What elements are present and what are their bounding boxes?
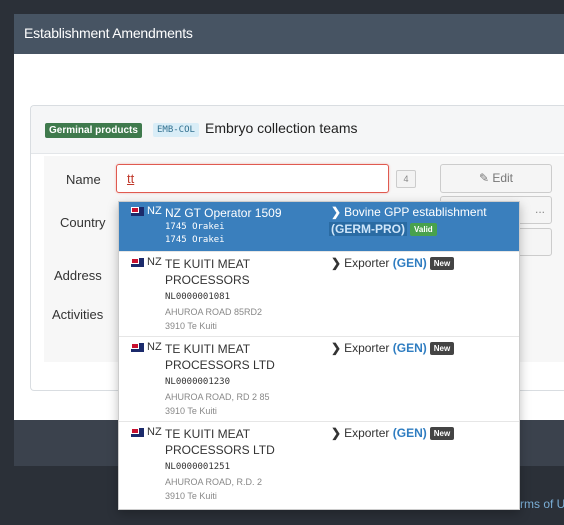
country-code: NZ: [147, 256, 162, 268]
operator-address-line2: 3910 Te Kuiti: [165, 406, 217, 416]
nz-flag-icon: [131, 343, 144, 352]
status-badge: New: [429, 427, 455, 441]
activity-name: Exporter: [344, 341, 390, 355]
activities-label: Activities: [52, 307, 104, 322]
nz-flag-icon: [131, 258, 144, 267]
code-badge: EMB-COL: [153, 123, 199, 137]
chevron-right-icon: ❯: [331, 256, 342, 270]
operator-id: NL0000001081: [165, 292, 231, 302]
operator-address-line1: AHUROA ROAD, R.D. 2: [165, 477, 263, 487]
country-label: Country: [60, 215, 106, 230]
activity-name: Exporter: [344, 426, 390, 440]
activity-code-row: (GERM-PRO) Valid: [329, 222, 437, 237]
nz-flag-icon: [131, 207, 144, 216]
activity: ❯ Exporter (GEN) New: [331, 426, 455, 441]
activity: ❯ Exporter (GEN) New: [331, 256, 455, 271]
operator-autocomplete-dropdown: NZ NZ GT Operator 1509 1745 Orakei 1745 …: [118, 201, 520, 510]
activity: ❯ Bovine GPP establishment: [331, 205, 487, 219]
terms-link[interactable]: rms of U: [520, 497, 564, 511]
operator-name: TE KUITI MEAT PROCESSORS LTD: [165, 342, 275, 372]
panel-title: Embryo collection teams: [205, 120, 358, 136]
operator-address-line2: 1745 Orakei: [165, 235, 225, 245]
activity-code: (GEN): [392, 426, 427, 440]
activity-name: Exporter: [344, 256, 390, 270]
chevron-right-icon: ❯: [331, 205, 342, 219]
chevron-right-icon: ❯: [331, 341, 342, 355]
activity-code: (GEN): [392, 341, 427, 355]
operator-address-line1: AHUROA ROAD, RD 2 85: [165, 392, 270, 402]
country-lookup-label: ...: [534, 202, 545, 216]
operator-address-line1: AHUROA ROAD 85RD2: [165, 307, 263, 317]
section-badge: Germinal products: [45, 123, 142, 138]
panel-header: Germinal products EMB-COL Embryo collect…: [31, 106, 564, 154]
dropdown-item[interactable]: NZ NZ GT Operator 1509 1745 Orakei 1745 …: [119, 202, 519, 252]
dropdown-item[interactable]: NZ TE KUITI MEAT PROCESSORS NL0000001081…: [119, 253, 519, 337]
operator-name: TE KUITI MEAT PROCESSORS: [165, 257, 250, 287]
activity-name: Bovine GPP establishment: [344, 205, 487, 219]
result-count-badge: 4: [396, 170, 416, 188]
operator-address-line2: 3910 Te Kuiti: [165, 321, 217, 331]
name-label: Name: [66, 172, 101, 187]
name-input-value: tt: [127, 171, 135, 186]
page-title: Establishment Amendments: [24, 25, 193, 41]
status-badge: New: [429, 257, 455, 271]
operator-name: NZ GT Operator 1509: [165, 206, 282, 220]
country-code: NZ: [147, 426, 162, 438]
dropdown-item[interactable]: NZ TE KUITI MEAT PROCESSORS LTD NL000000…: [119, 423, 519, 509]
operator-name: TE KUITI MEAT PROCESSORS LTD: [165, 427, 275, 457]
activity: ❯ Exporter (GEN) New: [331, 341, 455, 356]
nz-flag-icon: [131, 428, 144, 437]
operator-address-line1: 1745 Orakei: [165, 222, 225, 232]
operator-id: NL0000001230: [165, 377, 231, 387]
page-header: Establishment Amendments: [14, 14, 564, 54]
edit-button[interactable]: ✎ Edit: [440, 164, 552, 193]
operator-id: NL0000001251: [165, 462, 231, 472]
activity-code: (GERM-PRO): [329, 222, 407, 236]
country-code: NZ: [147, 205, 162, 217]
address-label: Address: [54, 268, 102, 283]
chevron-right-icon: ❯: [331, 426, 342, 440]
dropdown-item[interactable]: NZ TE KUITI MEAT PROCESSORS LTD NL000000…: [119, 338, 519, 422]
activity-code: (GEN): [392, 256, 427, 270]
name-input[interactable]: tt: [116, 164, 389, 193]
status-badge: Valid: [410, 223, 437, 237]
country-code: NZ: [147, 341, 162, 353]
operator-address-line2: 3910 Te Kuiti: [165, 491, 217, 501]
status-badge: New: [429, 342, 455, 356]
